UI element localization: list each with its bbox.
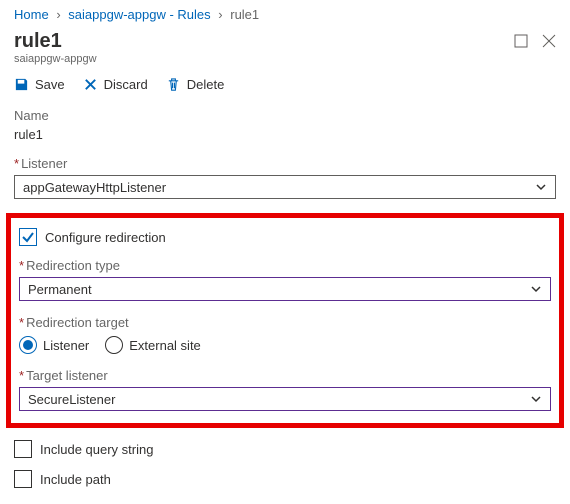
page-subtitle: saiappgw-appgw [14,53,97,65]
save-icon [14,77,29,92]
listener-select-value: appGatewayHttpListener [23,180,166,195]
name-label: Name [14,108,556,123]
listener-label: *Listener [14,156,556,171]
configure-redirection-label: Configure redirection [45,230,166,245]
close-icon[interactable] [542,34,556,48]
breadcrumb-separator: › [56,7,60,22]
redirection-type-select[interactable]: Permanent [19,277,551,301]
include-path-label: Include path [40,472,111,487]
redirection-target-listener-radio[interactable]: Listener [19,336,89,354]
toolbar: Save Discard Delete [0,67,570,100]
breadcrumb: Home › saiappgw-appgw - Rules › rule1 [0,0,570,26]
redirection-target-external-radio[interactable]: External site [105,336,201,354]
redirection-type-value: Permanent [28,282,92,297]
listener-select[interactable]: appGatewayHttpListener [14,175,556,199]
target-listener-value: SecureListener [28,392,115,407]
include-query-string-label: Include query string [40,442,153,457]
redirection-target-radiogroup: Listener External site [19,336,551,354]
target-listener-label: *Target listener [19,368,551,383]
chevron-down-icon [535,181,547,193]
target-listener-select[interactable]: SecureListener [19,387,551,411]
chevron-down-icon [530,393,542,405]
discard-icon [83,77,98,92]
breadcrumb-current: rule1 [230,7,259,22]
configure-redirection-checkbox[interactable] [19,228,37,246]
radio-icon [19,336,37,354]
name-value: rule1 [14,127,556,142]
breadcrumb-separator: › [218,7,222,22]
radio-icon [105,336,123,354]
page-title: rule1 [14,30,97,53]
chevron-down-icon [530,283,542,295]
redirection-section: Configure redirection *Redirection type … [6,213,564,428]
save-button[interactable]: Save [14,77,65,92]
restore-icon[interactable] [514,34,528,48]
breadcrumb-rules[interactable]: saiappgw-appgw - Rules [68,7,210,22]
include-query-string-checkbox[interactable] [14,440,32,458]
delete-button[interactable]: Delete [166,77,225,92]
breadcrumb-home[interactable]: Home [14,7,49,22]
redirection-type-label: *Redirection type [19,258,551,273]
include-path-checkbox[interactable] [14,470,32,488]
delete-icon [166,77,181,92]
redirection-target-label: *Redirection target [19,315,551,330]
blade-header: rule1 saiappgw-appgw [0,26,570,67]
discard-button[interactable]: Discard [83,77,148,92]
